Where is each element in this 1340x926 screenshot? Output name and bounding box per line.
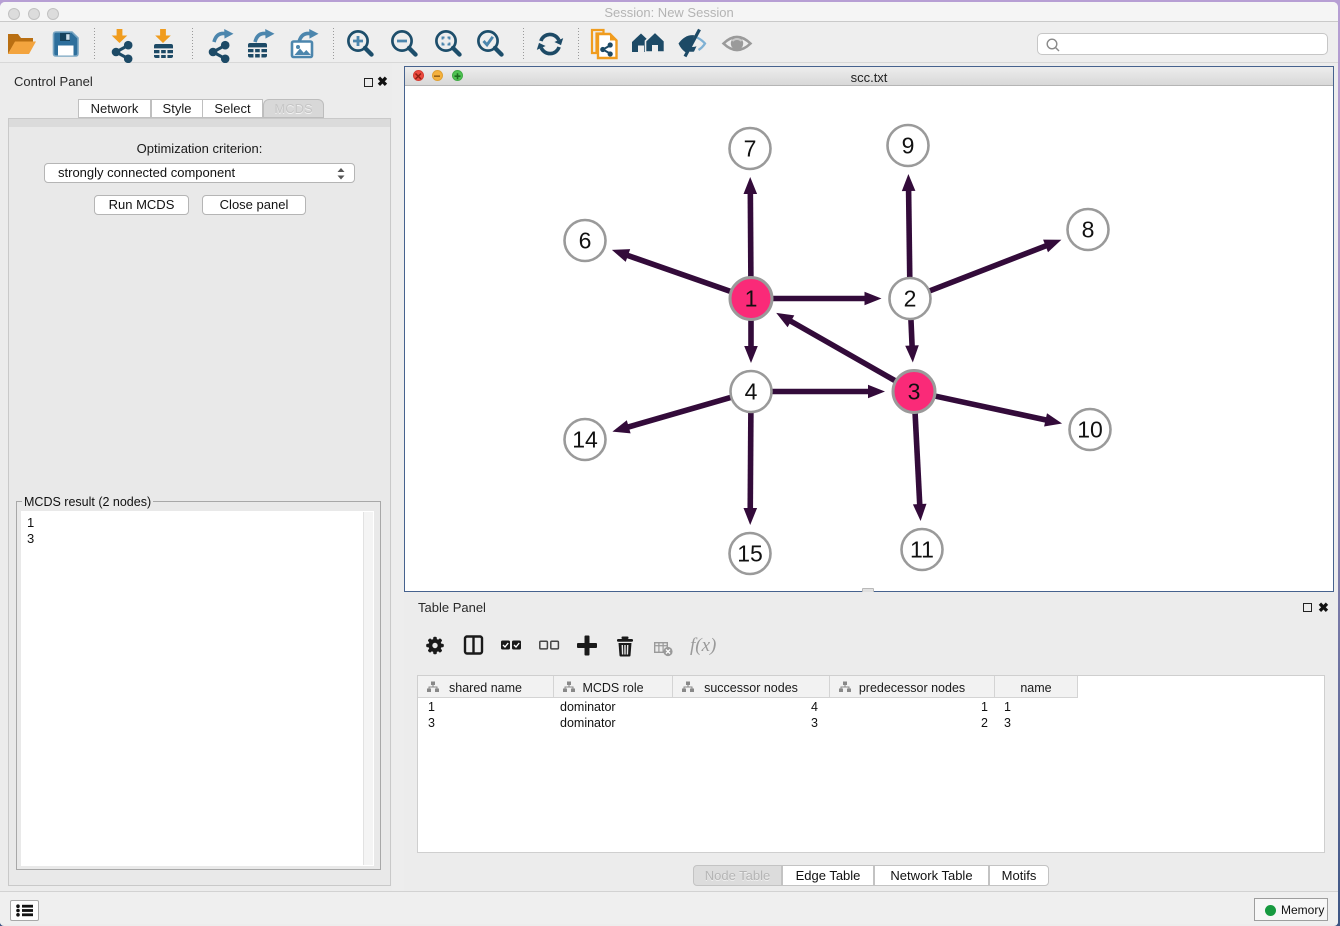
svg-text:f(x): f(x) [690,635,716,656]
svg-text:10: 10 [1077,417,1103,443]
svg-text:14: 14 [572,427,598,453]
svg-text:8: 8 [1081,217,1094,243]
svg-text:7: 7 [743,136,756,162]
svg-text:4: 4 [744,379,757,405]
svg-text:1: 1 [744,286,757,312]
svg-text:6: 6 [578,228,591,254]
svg-text:11: 11 [910,537,934,563]
svg-text:15: 15 [737,541,763,567]
svg-text:9: 9 [901,133,914,159]
svg-text:2: 2 [903,286,916,312]
svg-text:3: 3 [907,379,920,405]
